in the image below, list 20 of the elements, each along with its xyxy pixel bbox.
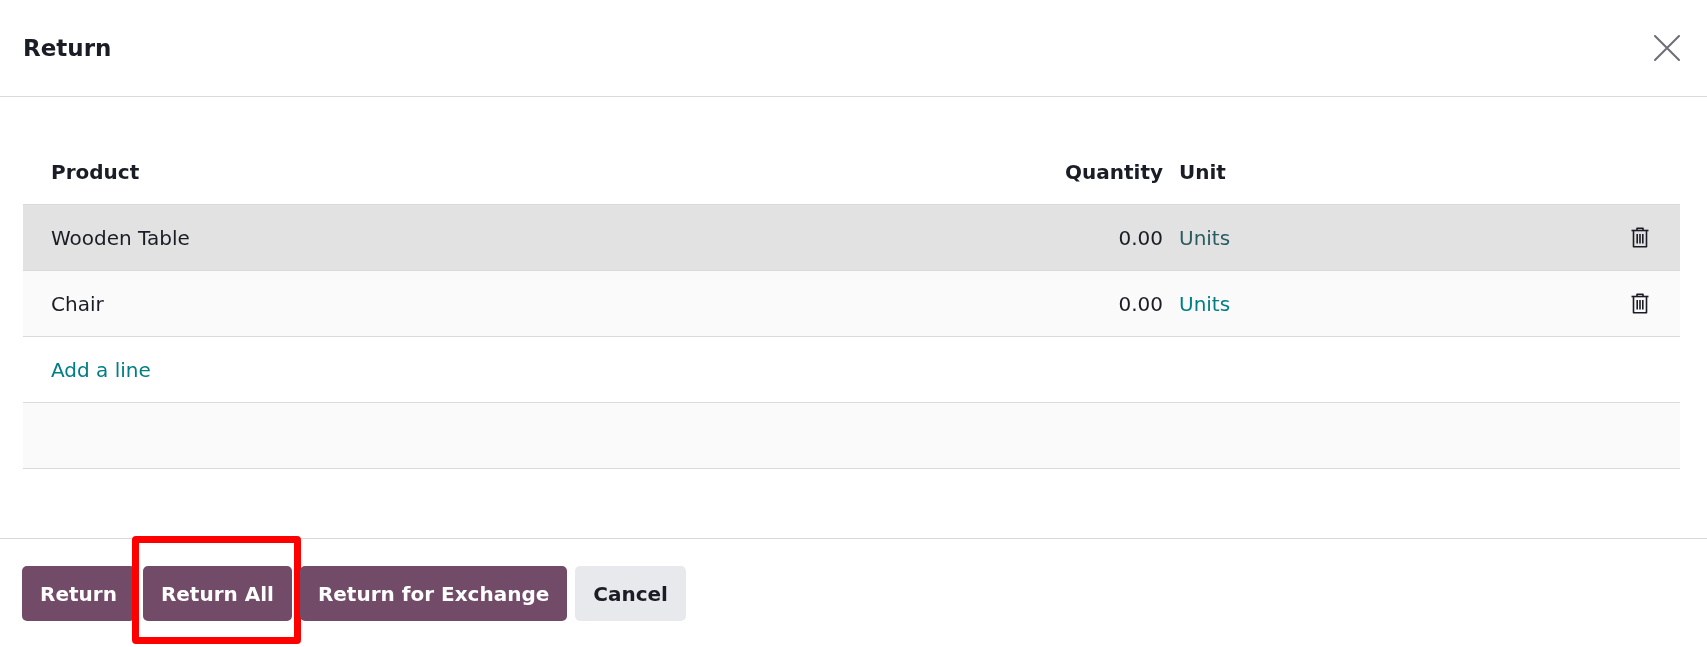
dialog-button[interactable]: Return All: [142, 566, 292, 621]
close-icon[interactable]: [1654, 35, 1680, 61]
table-cell: 0.00: [1118, 291, 1163, 316]
table-cell: Wooden Table: [51, 225, 190, 250]
table-row[interactable]: Wooden Table 0.00 Units: [23, 205, 1680, 271]
dialog-button[interactable]: Return: [22, 566, 135, 621]
dialog-title: Return: [23, 35, 112, 61]
table-row[interactable]: Chair 0.00 Units: [23, 271, 1680, 337]
unit-link[interactable]: Units: [1179, 291, 1231, 316]
column-header: Product: [51, 160, 140, 184]
table-cell: Chair: [51, 291, 104, 316]
trash-icon[interactable]: [1631, 227, 1649, 248]
trash-icon[interactable]: [1631, 293, 1649, 314]
dialog-button[interactable]: Return for Exchange: [299, 566, 568, 621]
table-cell: 0.00: [1118, 225, 1163, 250]
add-line-link[interactable]: Add a line: [51, 357, 151, 382]
column-header: Unit: [1179, 160, 1226, 184]
dialog-button[interactable]: Cancel: [575, 566, 686, 621]
column-header: Quantity: [1065, 160, 1163, 184]
unit-link[interactable]: Units: [1179, 225, 1231, 250]
